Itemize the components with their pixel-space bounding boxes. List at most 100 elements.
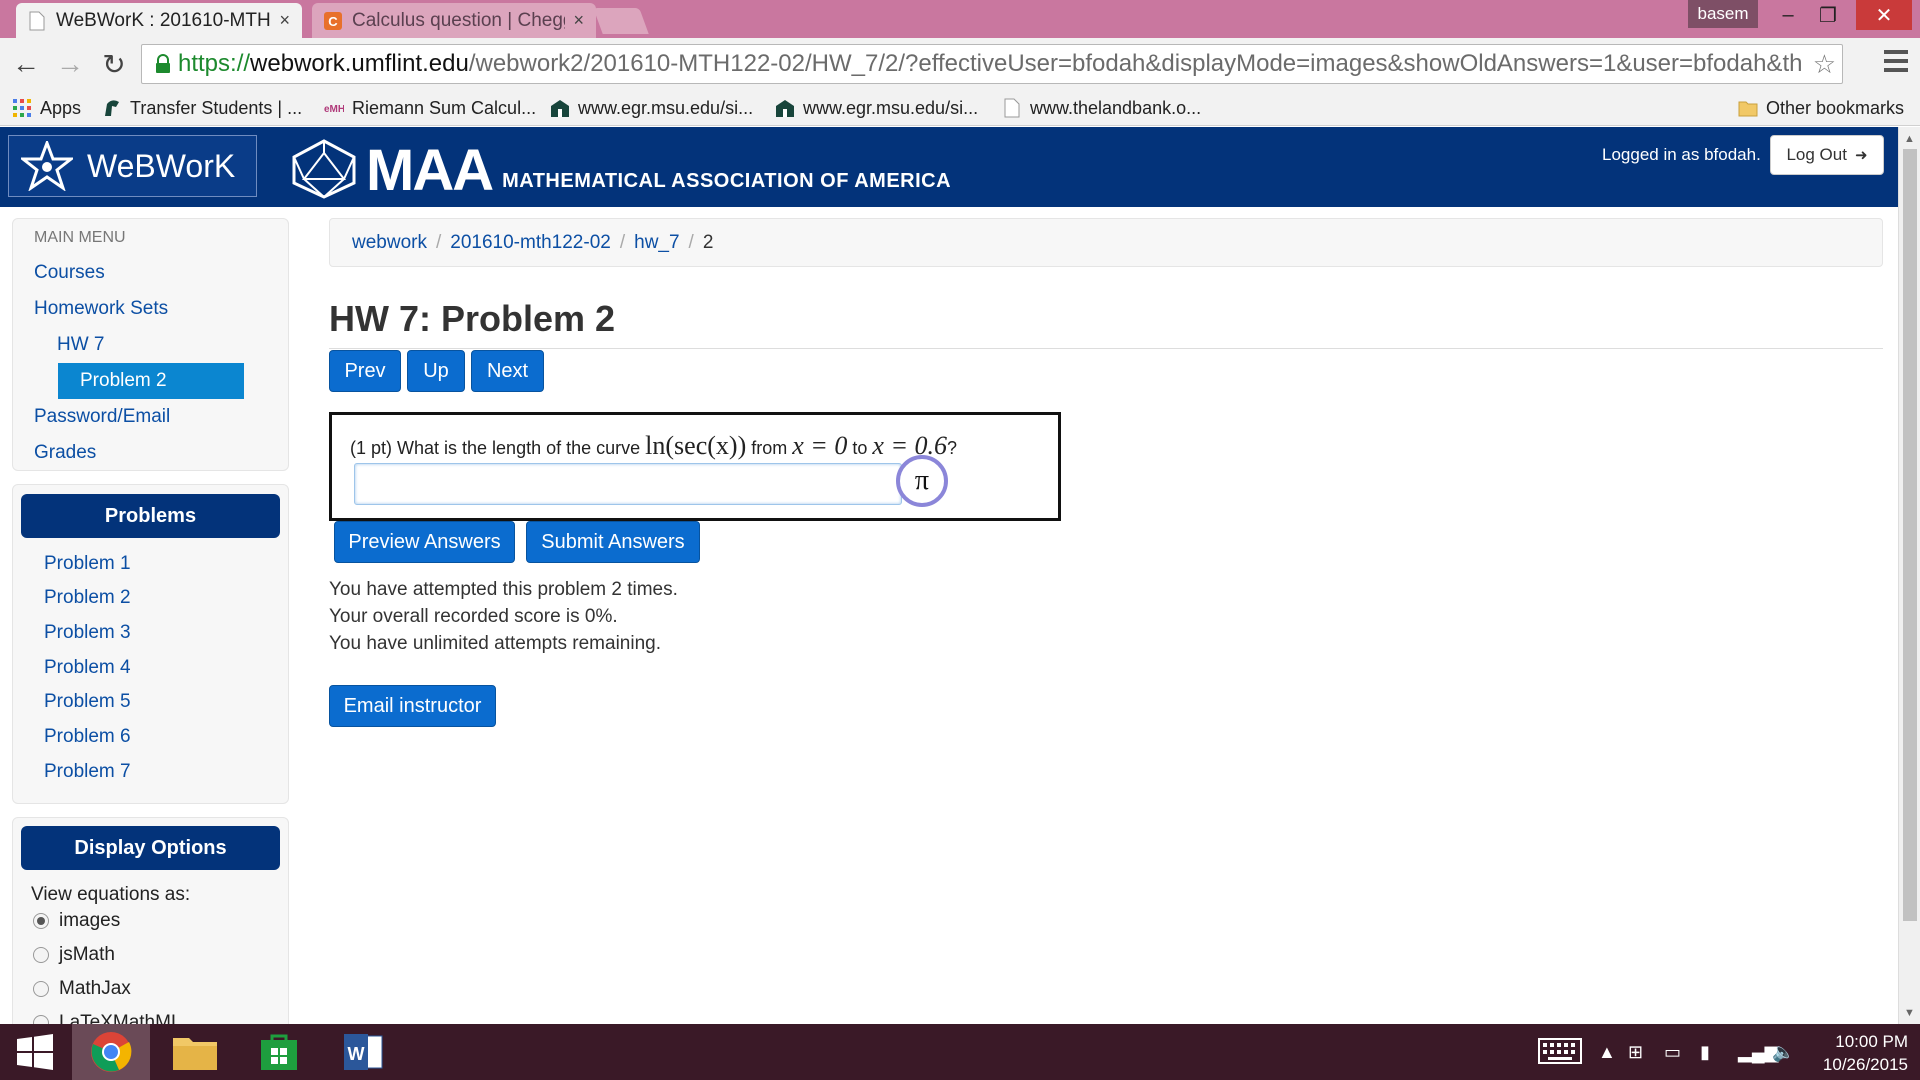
svg-text:eMH: eMH bbox=[324, 104, 344, 115]
radio[interactable] bbox=[33, 947, 49, 963]
scroll-thumb[interactable] bbox=[1903, 149, 1917, 921]
maa-logo[interactable]: MAA MATHEMATICAL ASSOCIATION OF AMERICA bbox=[290, 139, 951, 200]
submit-answers-button[interactable]: Submit Answers bbox=[526, 521, 700, 563]
problem-link[interactable]: Problem 7 bbox=[44, 761, 131, 783]
taskbar-store[interactable] bbox=[240, 1024, 318, 1080]
minimize-icon[interactable]: – bbox=[1768, 0, 1808, 30]
other-bookmarks[interactable]: Other bookmarks bbox=[1738, 95, 1904, 121]
hamburger-menu-icon[interactable] bbox=[1884, 50, 1908, 76]
preview-answers-button[interactable]: Preview Answers bbox=[334, 521, 515, 563]
tab-label: WeBWorK : 201610-MTH1 bbox=[56, 9, 272, 31]
system-clock[interactable]: 10:00 PM 10/26/2015 bbox=[1806, 1030, 1908, 1076]
radio-selected[interactable] bbox=[33, 913, 49, 929]
crumb-webwork[interactable]: webwork bbox=[352, 232, 427, 254]
close-icon[interactable]: ✕ bbox=[1856, 0, 1912, 30]
page-scrollbar[interactable]: ▲ ▼ bbox=[1898, 127, 1920, 1024]
bookmark-transfer-students[interactable]: Transfer Students | ... bbox=[102, 95, 302, 121]
tab-close-icon[interactable]: × bbox=[573, 10, 584, 31]
restore-icon[interactable]: ❐ bbox=[1808, 0, 1848, 30]
menu-courses[interactable]: Courses bbox=[34, 262, 105, 284]
taskbar-chrome[interactable] bbox=[72, 1024, 150, 1080]
reload-icon[interactable]: ↻ bbox=[96, 46, 132, 82]
page-title: HW 7: Problem 2 bbox=[329, 298, 616, 339]
up-button[interactable]: Up bbox=[407, 350, 465, 392]
problem-link[interactable]: Problem 2 bbox=[44, 587, 131, 609]
problem-link[interactable]: Problem 1 bbox=[44, 553, 131, 575]
problem-link[interactable]: Problem 3 bbox=[44, 622, 131, 644]
back-arrow-icon[interactable]: ← bbox=[8, 46, 44, 82]
battery-icon[interactable]: ▮ bbox=[1700, 1042, 1710, 1063]
bookmark-apps[interactable]: Apps bbox=[12, 95, 81, 121]
logout-icon: ➜ bbox=[1854, 147, 1868, 164]
display-options-panel: Display Options View equations as: image… bbox=[12, 817, 289, 1032]
mode-images-option[interactable]: images bbox=[33, 910, 120, 932]
tray-windows-icon[interactable]: ⊞ bbox=[1628, 1042, 1643, 1063]
to-word: to bbox=[852, 438, 868, 458]
next-button[interactable]: Next bbox=[471, 350, 544, 392]
bookmark-egr-msu-1[interactable]: www.egr.msu.edu/si... bbox=[550, 95, 753, 121]
svg-text:C: C bbox=[328, 14, 338, 29]
menu-problem-2-active[interactable]: Problem 2 bbox=[58, 363, 244, 399]
crumb-course[interactable]: 201610-mth122-02 bbox=[450, 232, 611, 254]
bookmark-landbank[interactable]: www.thelandbank.o... bbox=[1002, 95, 1201, 121]
mode-mathjax-option[interactable]: MathJax bbox=[33, 978, 131, 1000]
tab-webwork[interactable]: WeBWorK : 201610-MTH1 × bbox=[16, 3, 302, 38]
scroll-down-icon[interactable]: ▼ bbox=[1904, 1007, 1915, 1019]
msu-building-icon bbox=[776, 100, 794, 117]
crumb-set[interactable]: hw_7 bbox=[634, 232, 679, 254]
from-expression: x = 0 bbox=[792, 431, 848, 460]
bookmark-star-icon[interactable]: ☆ bbox=[1812, 49, 1836, 80]
problem-link[interactable]: Problem 6 bbox=[44, 726, 131, 748]
email-instructor-button[interactable]: Email instructor bbox=[329, 685, 496, 727]
problems-title: Problems bbox=[21, 494, 280, 538]
apps-grid-icon bbox=[13, 99, 31, 117]
new-tab-button[interactable] bbox=[593, 8, 649, 34]
radio[interactable] bbox=[33, 981, 49, 997]
problem-link[interactable]: Problem 5 bbox=[44, 691, 131, 713]
tab-chegg[interactable]: C Calculus question | Chegg × bbox=[312, 3, 596, 38]
url-path: /webwork2/201610-MTH122-02/HW_7/2/?effec… bbox=[468, 50, 1803, 77]
store-icon bbox=[261, 1034, 297, 1070]
webwork-logo[interactable]: WeBWorK bbox=[8, 135, 257, 197]
mode-label: jsMath bbox=[59, 944, 115, 965]
menu-hw7[interactable]: HW 7 bbox=[57, 334, 105, 356]
webwork-star-icon bbox=[21, 141, 73, 191]
start-button[interactable] bbox=[0, 1024, 70, 1080]
tab-close-icon[interactable]: × bbox=[279, 10, 290, 31]
folder-icon bbox=[173, 1038, 217, 1070]
logout-button[interactable]: Log Out ➜ bbox=[1770, 135, 1884, 175]
taskbar-file-explorer[interactable] bbox=[156, 1024, 234, 1080]
forward-arrow-icon[interactable]: → bbox=[52, 46, 88, 82]
chrome-icon bbox=[91, 1032, 132, 1072]
crumb-separator: / bbox=[435, 231, 442, 253]
crumb-separator: / bbox=[688, 231, 694, 253]
bookmark-label: Apps bbox=[40, 97, 82, 118]
problem-link[interactable]: Problem 4 bbox=[44, 657, 131, 679]
crumb-current: 2 bbox=[702, 231, 714, 253]
bookmark-egr-msu-2[interactable]: www.egr.msu.edu/si... bbox=[775, 95, 978, 121]
word-icon: W bbox=[344, 1034, 383, 1070]
problem-question: (1 pt) What is the length of the curve l… bbox=[350, 431, 957, 461]
site-header: WeBWorK MAA MATHEMATICAL ASSOCIATION OF … bbox=[0, 127, 1898, 207]
bookmark-riemann-sum[interactable]: eMH Riemann Sum Calcul... bbox=[324, 95, 536, 121]
keyboard-icon[interactable] bbox=[1538, 1038, 1582, 1069]
menu-homework-sets[interactable]: Homework Sets bbox=[34, 298, 168, 320]
mode-jsmath-option[interactable]: jsMath bbox=[33, 944, 115, 966]
bookmarks-bar: Apps Transfer Students | ... eMH Riemann… bbox=[0, 91, 1920, 126]
volume-icon[interactable]: 🔈 bbox=[1772, 1042, 1794, 1063]
tray-display-icon[interactable]: ▭ bbox=[1664, 1042, 1681, 1063]
menu-grades[interactable]: Grades bbox=[34, 442, 96, 464]
address-bar[interactable]: https://webwork.umflint.edu/webwork2/201… bbox=[141, 44, 1843, 84]
menu-password-email[interactable]: Password/Email bbox=[34, 406, 170, 428]
prev-button[interactable]: Prev bbox=[329, 350, 401, 392]
profile-badge[interactable]: basem bbox=[1688, 0, 1758, 28]
divider bbox=[329, 348, 1883, 349]
equation-editor-pi-icon[interactable]: π bbox=[896, 455, 948, 507]
answer-input[interactable] bbox=[354, 463, 902, 505]
lock-icon bbox=[156, 54, 170, 73]
maa-icosahedron-icon bbox=[292, 139, 356, 199]
tray-expand-icon[interactable]: ▲ bbox=[1598, 1042, 1616, 1063]
taskbar-word[interactable]: W bbox=[324, 1024, 402, 1080]
scroll-up-icon[interactable]: ▲ bbox=[1904, 133, 1915, 145]
logout-label: Log Out bbox=[1786, 145, 1847, 164]
